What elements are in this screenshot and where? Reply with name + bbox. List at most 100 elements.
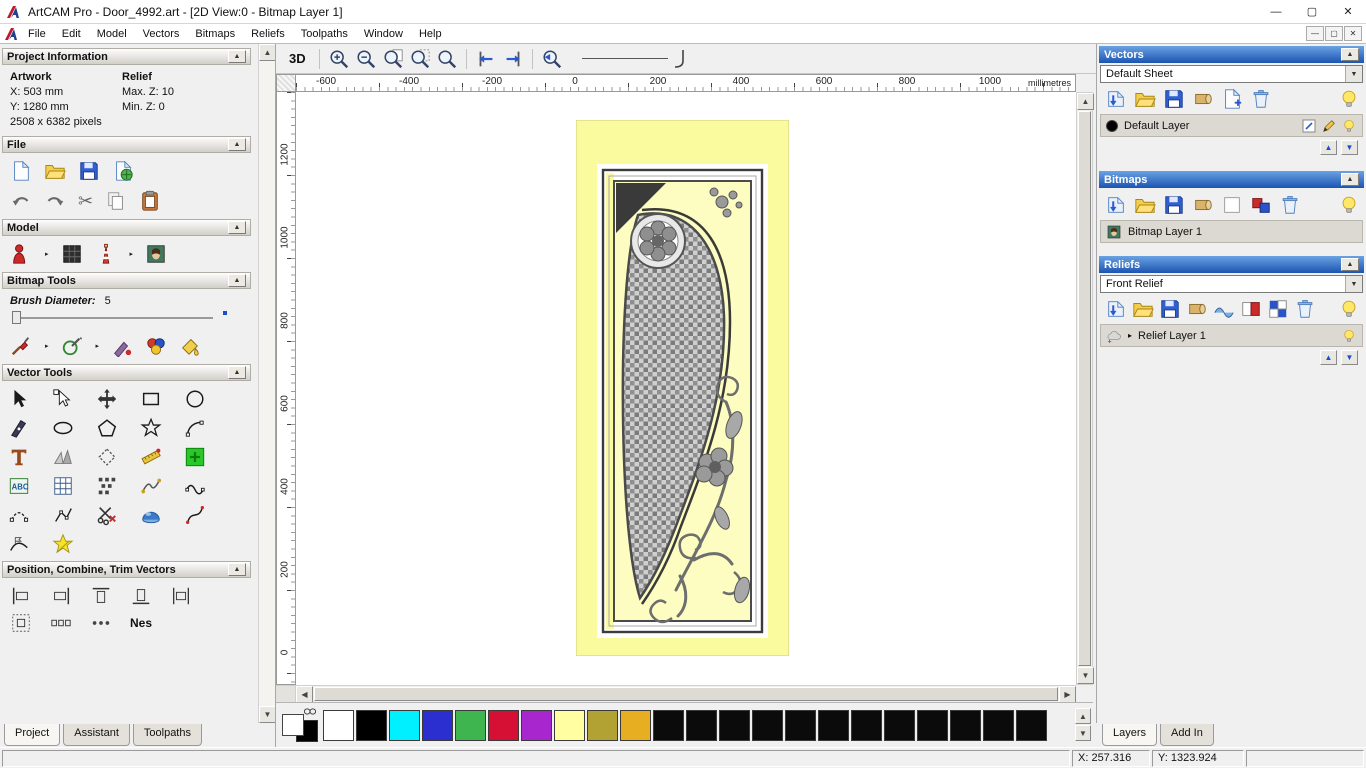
- palette-swatch-14[interactable]: [785, 709, 816, 741]
- select-vectors-icon[interactable]: [8, 388, 30, 410]
- move-relief-down-button[interactable]: ▼: [1341, 350, 1358, 365]
- tab-layers[interactable]: Layers: [1102, 724, 1158, 746]
- align-right-icon[interactable]: [50, 585, 72, 607]
- align-left-icon[interactable]: [10, 585, 32, 607]
- next-view-icon[interactable]: [502, 48, 524, 70]
- menu-item-toolpaths[interactable]: Toolpaths: [293, 26, 356, 42]
- tab-project[interactable]: Project: [4, 724, 61, 746]
- move-relief-up-button[interactable]: ▲: [1320, 350, 1337, 365]
- transform-vectors-icon[interactable]: [96, 388, 118, 410]
- palette-swatch-17[interactable]: [884, 709, 915, 741]
- move-layer-down-button[interactable]: ▼: [1341, 140, 1358, 155]
- collapse-bitmaps-button[interactable]: ▲: [1341, 173, 1359, 186]
- minimize-button[interactable]: —: [1258, 0, 1294, 24]
- palette-swatch-20[interactable]: [983, 709, 1014, 741]
- invert-relief-icon[interactable]: [1240, 298, 1262, 320]
- menu-item-window[interactable]: Window: [356, 26, 411, 42]
- mirror-vectors-icon[interactable]: [90, 612, 112, 634]
- create-circle-icon[interactable]: [184, 388, 206, 410]
- create-polyline-icon[interactable]: [8, 417, 30, 439]
- undo-icon[interactable]: [10, 190, 32, 212]
- bitmap-layer-row[interactable]: Bitmap Layer 1: [1100, 220, 1363, 243]
- collapse-project-info-button[interactable]: ▲: [228, 50, 246, 63]
- spin-relief-icon[interactable]: [140, 504, 162, 526]
- collapse-vector-tools-button[interactable]: ▲: [228, 366, 246, 379]
- create-ellipse-icon[interactable]: [52, 417, 74, 439]
- relief-layer-row[interactable]: ▸ Relief Layer 1: [1100, 324, 1363, 347]
- collapse-bitmap-tools-button[interactable]: ▲: [228, 274, 246, 287]
- align-top-icon[interactable]: [90, 585, 112, 607]
- tab-toolpaths[interactable]: Toolpaths: [132, 724, 202, 746]
- collapse-vectors-button[interactable]: ▲: [1341, 48, 1359, 61]
- clear-bitmap-icon[interactable]: [1221, 194, 1243, 216]
- reduce-colours-icon[interactable]: [1250, 194, 1272, 216]
- merge-vectors-icon[interactable]: [1192, 88, 1214, 110]
- merge-bitmap-icon[interactable]: [1192, 194, 1214, 216]
- palette-swatch-2[interactable]: [389, 709, 420, 741]
- node-editing-icon[interactable]: [52, 388, 74, 410]
- trim-vectors-icon[interactable]: [96, 504, 118, 526]
- palette-swatch-11[interactable]: [686, 709, 717, 741]
- paint-expand-icon[interactable]: ▸: [45, 342, 49, 350]
- import-relief-icon[interactable]: [1105, 298, 1127, 320]
- import-vectors-icon[interactable]: [1105, 88, 1127, 110]
- previous-view-icon[interactable]: [475, 48, 497, 70]
- save-vectors-icon[interactable]: [1163, 88, 1185, 110]
- paste-along-curve-icon[interactable]: [184, 446, 206, 468]
- palette-swatch-12[interactable]: [719, 709, 750, 741]
- paste-icon[interactable]: [139, 190, 161, 212]
- edit-layer-icon[interactable]: [1321, 118, 1337, 134]
- distort-vectors-icon[interactable]: [184, 475, 206, 497]
- new-model-icon[interactable]: [10, 160, 32, 182]
- mdi-minimize-button[interactable]: —: [1306, 26, 1324, 41]
- primary-colour[interactable]: [282, 714, 304, 736]
- align-center-icon[interactable]: [170, 585, 192, 607]
- scroll-up-button[interactable]: ▲: [259, 44, 275, 61]
- delete-relief-layer-icon[interactable]: [1294, 298, 1316, 320]
- toggle-all-reliefs-visibility-icon[interactable]: [1338, 298, 1360, 320]
- arc-fit-icon[interactable]: [8, 504, 30, 526]
- palette-swatch-0[interactable]: [323, 709, 354, 741]
- save-relief-icon[interactable]: [1159, 298, 1181, 320]
- palette-swatch-8[interactable]: [587, 709, 618, 741]
- maximize-button[interactable]: ▢: [1294, 0, 1330, 24]
- load-picture-icon[interactable]: [145, 243, 167, 265]
- menu-item-reliefs[interactable]: Reliefs: [243, 26, 293, 42]
- calculate-relief-icon[interactable]: [1267, 298, 1289, 320]
- draw-vector-icon[interactable]: [61, 335, 83, 357]
- measure-icon[interactable]: [52, 446, 74, 468]
- create-rectangle-icon[interactable]: [140, 388, 162, 410]
- menu-item-vectors[interactable]: Vectors: [135, 26, 188, 42]
- lighthouse-expand-icon[interactable]: ▸: [130, 250, 134, 258]
- toggle-3d-view-button[interactable]: 3D: [284, 49, 311, 68]
- dimension-icon[interactable]: [140, 446, 162, 468]
- nesting-icon[interactable]: [96, 475, 118, 497]
- bitmap-to-vector-icon[interactable]: [52, 475, 74, 497]
- tab-assistant[interactable]: Assistant: [63, 724, 130, 746]
- collapse-reliefs-button[interactable]: ▲: [1341, 258, 1359, 271]
- open-vectors-icon[interactable]: [1134, 88, 1156, 110]
- layer-colour-chip[interactable]: [1106, 119, 1118, 132]
- drawing-canvas[interactable]: [296, 92, 1076, 685]
- vertical-scroll-thumb[interactable]: [1078, 111, 1091, 666]
- scroll-up-button[interactable]: ▲: [1077, 93, 1094, 110]
- new-vector-layer-icon[interactable]: [1221, 88, 1243, 110]
- palette-swatch-10[interactable]: [653, 709, 684, 741]
- draw-expand-icon[interactable]: ▸: [96, 342, 100, 350]
- menu-item-help[interactable]: Help: [411, 26, 450, 42]
- palette-swatch-16[interactable]: [851, 709, 882, 741]
- palette-swatch-13[interactable]: [752, 709, 783, 741]
- wrap-star-icon[interactable]: [52, 533, 74, 555]
- canvas-vertical-scrollbar[interactable]: ▲ ▼: [1076, 92, 1094, 685]
- toggle-all-bitmaps-visibility-icon[interactable]: [1338, 194, 1360, 216]
- canvas-horizontal-scrollbar[interactable]: ◀ ▶: [276, 685, 1076, 703]
- copy-icon[interactable]: [105, 190, 127, 212]
- create-star-icon[interactable]: [140, 417, 162, 439]
- zoom-objects-icon[interactable]: [409, 48, 431, 70]
- scroll-down-button[interactable]: ▼: [259, 706, 275, 723]
- adjust-model-icon[interactable]: [10, 243, 32, 265]
- palette-swatch-4[interactable]: [455, 709, 486, 741]
- toggle-all-vectors-visibility-icon[interactable]: [1338, 88, 1360, 110]
- palette-swatch-15[interactable]: [818, 709, 849, 741]
- palette-swatch-18[interactable]: [917, 709, 948, 741]
